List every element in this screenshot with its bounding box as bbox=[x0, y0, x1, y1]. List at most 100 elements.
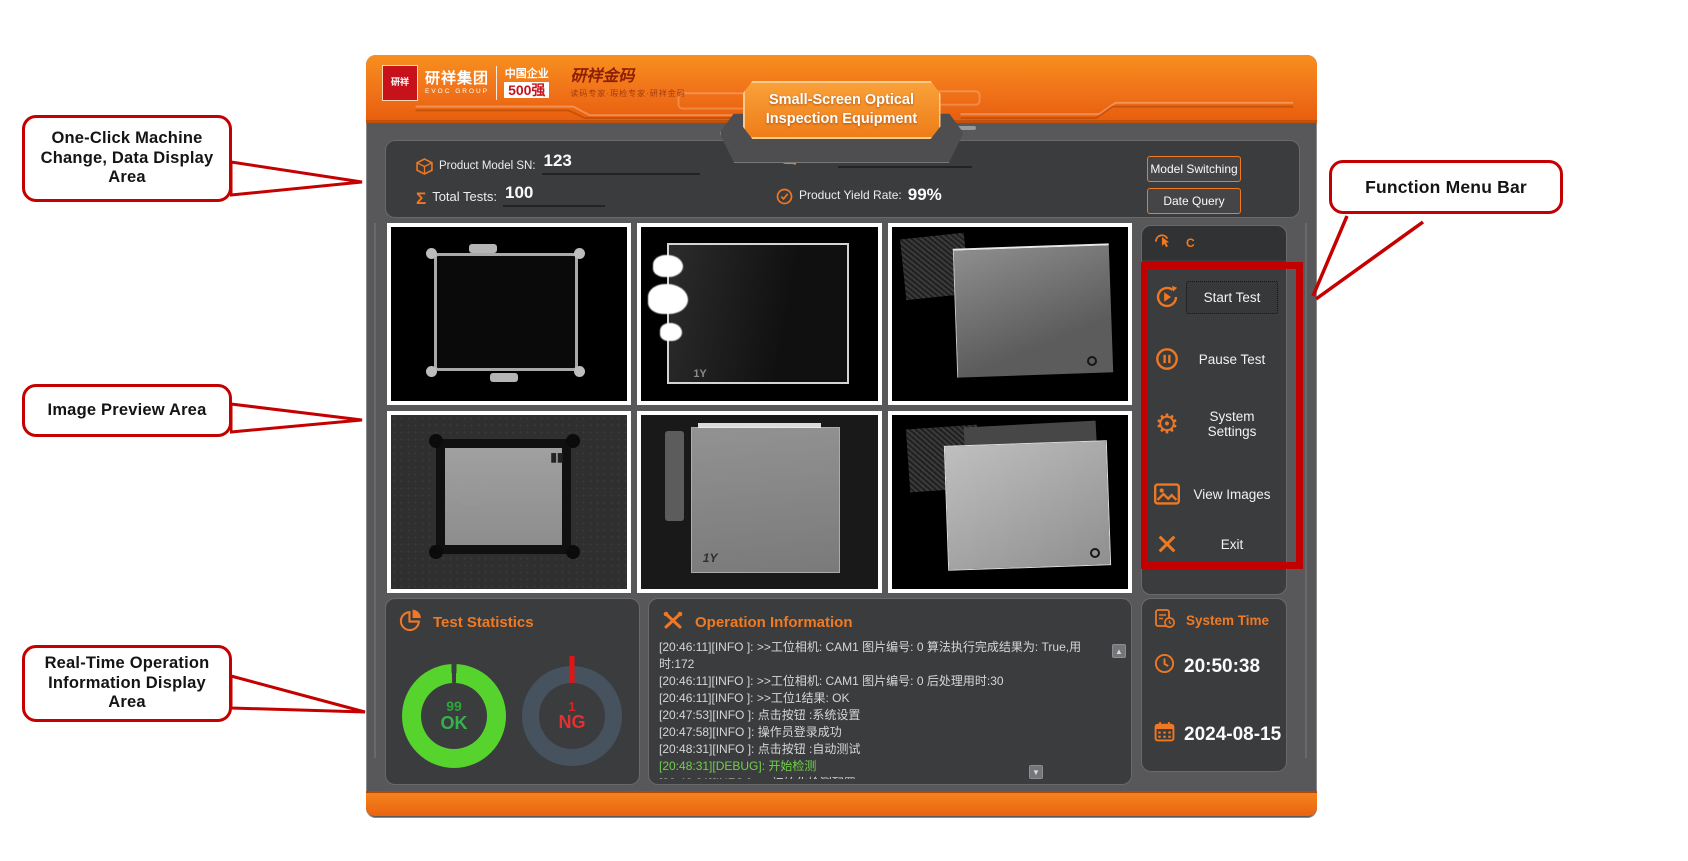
log-entry: [20:48:31][INFO ]: 点击按钮 :自动测试 bbox=[659, 741, 1107, 758]
pie-chart-icon bbox=[398, 608, 423, 637]
test-statistics-panel: Test Statistics 99 OK 1 NG bbox=[385, 598, 640, 785]
product-model-value: 123 bbox=[542, 151, 700, 175]
callout-line: Change, Data Display bbox=[41, 149, 214, 168]
panel-mark: ▮▮ bbox=[550, 450, 563, 464]
operation-log-list[interactable]: [20:46:11][INFO ]: >>工位相机: CAM1 图片编号: 0 … bbox=[659, 639, 1107, 779]
total-tests-icon: Σ bbox=[416, 190, 426, 207]
ok-label: OK bbox=[441, 714, 468, 733]
fixture-tab bbox=[490, 373, 518, 382]
scroll-up-button[interactable]: ▲ bbox=[1112, 644, 1126, 658]
glass-panel-art bbox=[667, 243, 849, 384]
callout-line: Real-Time Operation bbox=[45, 654, 210, 673]
watermark-circle bbox=[457, 476, 487, 506]
fixture-knob bbox=[566, 545, 580, 559]
callout-machine-change: One-Click Machine Change, Data Display A… bbox=[22, 115, 232, 202]
ng-donut-gauge: 1 NG bbox=[522, 666, 622, 766]
left-frame-decoration bbox=[374, 223, 377, 758]
brand-name: 研祥集团 bbox=[425, 71, 489, 86]
preview-image-cam4[interactable]: ▮▮ bbox=[387, 411, 631, 593]
total-tests-label: Total Tests: bbox=[432, 189, 497, 207]
total-tests-value: 100 bbox=[503, 183, 605, 207]
fixture-knob bbox=[429, 545, 443, 559]
product-model-icon bbox=[416, 158, 433, 175]
panel-mark: 1Y bbox=[703, 551, 718, 565]
system-time-value: 20:50:38 bbox=[1184, 656, 1260, 678]
glass-panel-art bbox=[944, 440, 1111, 571]
date-query-button[interactable]: Date Query bbox=[1147, 188, 1241, 214]
ng-count: 1 bbox=[568, 700, 575, 714]
preview-image-cam5[interactable]: 1Y bbox=[637, 411, 881, 593]
product-model-label: Product Model SN: bbox=[439, 160, 536, 175]
callout-line: Image Preview Area bbox=[48, 401, 207, 420]
system-time-panel: System Time 20:50:38 2024-08-15 bbox=[1141, 598, 1287, 772]
log-entry: [20:47:58][INFO ]: 操作员登录成功 bbox=[659, 724, 1107, 741]
callout-pointer bbox=[230, 150, 366, 202]
callout-line: Area bbox=[108, 168, 146, 187]
log-entry: [20:46:11][INFO ]: >>工位相机: CAM1 图片编号: 0 … bbox=[659, 673, 1107, 690]
log-entry: [20:46:11][INFO ]: >>工位1结果: OK bbox=[659, 690, 1107, 707]
callout-line: One-Click Machine bbox=[51, 129, 202, 148]
panel-mark: 1Y bbox=[693, 368, 706, 380]
ok-count: 99 bbox=[446, 699, 462, 714]
app-title-line2: Inspection Equipment bbox=[766, 110, 917, 129]
preview-image-cam6[interactable] bbox=[888, 411, 1132, 593]
page: 研祥 研祥集团 EVOC GROUP 中国企业 500强 研祥金码 读码专家·瑕… bbox=[0, 0, 1688, 861]
callout-pointer bbox=[230, 666, 368, 720]
fixture-knob bbox=[566, 434, 580, 448]
test-statistics-title: Test Statistics bbox=[433, 614, 534, 631]
calendar-icon bbox=[1154, 721, 1175, 748]
brand-subtitle: EVOC GROUP bbox=[425, 89, 489, 96]
callout-leader-lines bbox=[1303, 212, 1428, 307]
scroll-down-button[interactable]: ▼ bbox=[1029, 765, 1043, 779]
brand-tagline: 读码专家·瑕检专家·研祥金码 bbox=[570, 89, 685, 98]
defect-circle bbox=[1090, 548, 1100, 558]
yield-label: Product Yield Rate: bbox=[799, 188, 902, 205]
callout-image-preview: Image Preview Area bbox=[22, 384, 232, 437]
function-menu-header-label: C bbox=[1186, 236, 1195, 250]
ok-donut-gauge: 99 OK bbox=[402, 664, 506, 768]
app-title-line1: Small-Screen Optical bbox=[769, 91, 914, 110]
log-entry: [20:47:53][INFO ]: 点击按钮 :系统设置 bbox=[659, 707, 1107, 724]
preview-image-cam2[interactable]: 1Y bbox=[637, 223, 881, 405]
system-time-title: System Time bbox=[1186, 613, 1269, 628]
callout-pointer bbox=[230, 398, 366, 438]
rank-text: 中国企业 bbox=[505, 69, 549, 80]
fixture-arm-art bbox=[665, 431, 684, 521]
glare-blob bbox=[660, 323, 682, 341]
yield-icon bbox=[776, 188, 793, 205]
function-menu-highlight-rect bbox=[1141, 262, 1303, 569]
brand-script-text: 研祥金码 bbox=[570, 68, 685, 86]
callout-line: Area bbox=[108, 693, 146, 712]
fixture-frame-art bbox=[434, 253, 578, 371]
schedule-icon bbox=[1154, 608, 1176, 632]
logo-divider bbox=[496, 66, 497, 100]
crossed-tools-icon bbox=[661, 608, 685, 636]
callout-line: Information Display bbox=[48, 674, 206, 693]
sn-value bbox=[838, 164, 972, 168]
log-entry: [20:46:11][INFO ]: >>工位相机: CAM1 图片编号: 0 … bbox=[659, 639, 1107, 673]
callout-line: Function Menu Bar bbox=[1365, 177, 1527, 198]
ng-label: NG bbox=[559, 713, 586, 732]
operation-information-panel: Operation Information [20:46:11][INFO ]:… bbox=[648, 598, 1132, 785]
app-title: Small-Screen Optical Inspection Equipmen… bbox=[743, 81, 941, 139]
model-switching-button[interactable]: Model Switching bbox=[1147, 156, 1241, 182]
fixture-dot bbox=[426, 366, 437, 377]
clock-icon bbox=[1154, 653, 1175, 680]
tap-hand-icon bbox=[1152, 231, 1176, 256]
yield-value: 99% bbox=[908, 185, 942, 205]
fixture-dot bbox=[574, 248, 585, 259]
preview-image-cam1[interactable] bbox=[387, 223, 631, 405]
preview-image-cam3[interactable] bbox=[888, 223, 1132, 405]
ng-tick-mark bbox=[570, 656, 575, 683]
glare-blob bbox=[653, 255, 683, 277]
brand-logo-cluster: 研祥 研祥集团 EVOC GROUP 中国企业 500强 研祥金码 读码专家·瑕… bbox=[382, 65, 686, 101]
image-preview-grid: 1Y ▮▮ 1Y bbox=[387, 223, 1132, 593]
fixture-dot bbox=[574, 366, 585, 377]
rank-500-badge: 500强 bbox=[504, 82, 549, 98]
glare-streak bbox=[698, 423, 821, 428]
callout-function-menu: Function Menu Bar bbox=[1329, 160, 1563, 214]
system-date-value: 2024-08-15 bbox=[1184, 724, 1281, 746]
evoc-logo-icon: 研祥 bbox=[382, 65, 418, 101]
fixture-knob bbox=[429, 434, 443, 448]
fixture-tab bbox=[469, 244, 497, 253]
